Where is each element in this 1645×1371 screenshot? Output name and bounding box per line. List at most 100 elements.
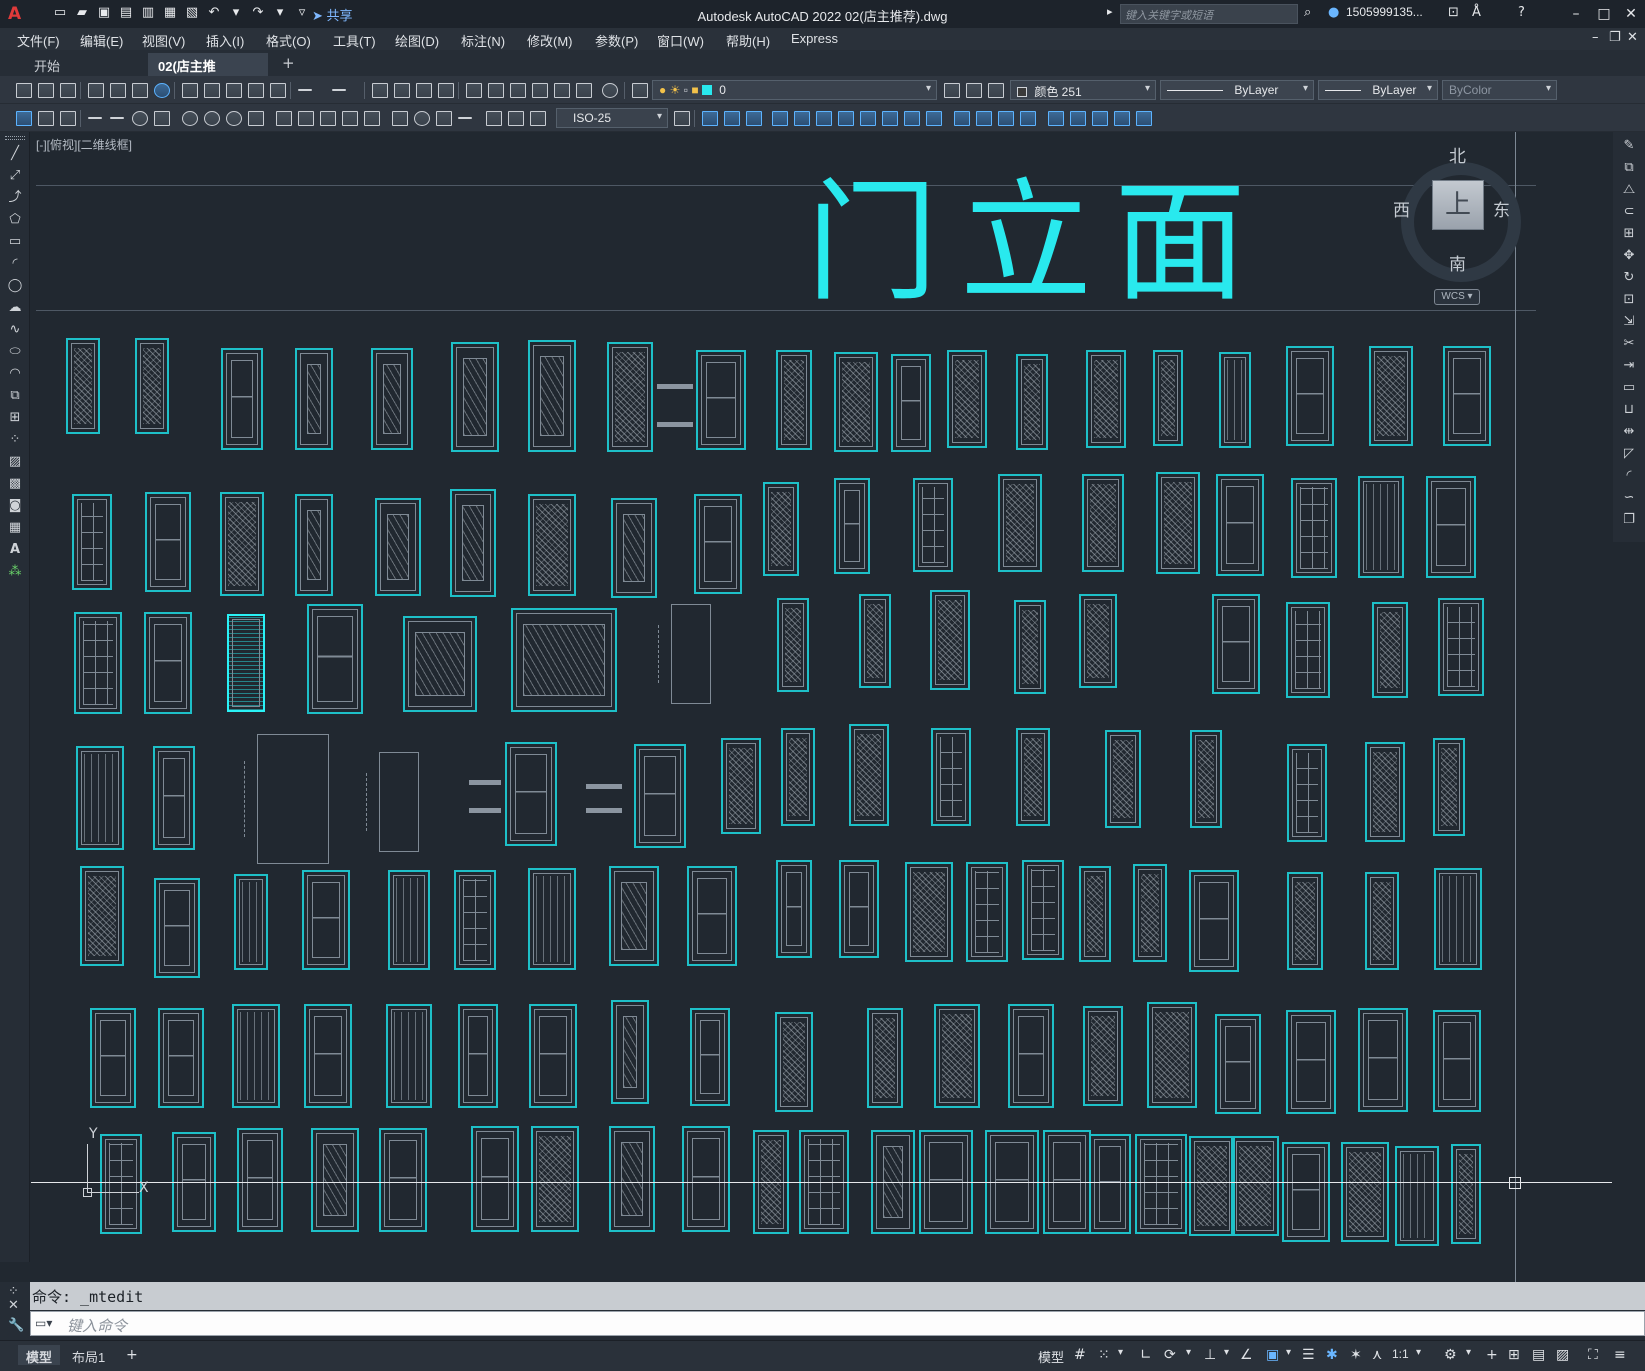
door-block[interactable]: [232, 1004, 280, 1108]
fillet-icon[interactable]: [1018, 109, 1036, 127]
open-file-icon[interactable]: ▰: [74, 5, 90, 21]
door-block[interactable]: [386, 1004, 432, 1108]
break-point-side-icon[interactable]: ▭: [1621, 380, 1637, 396]
mirror-side-icon[interactable]: ⧍: [1621, 182, 1637, 198]
menu-file[interactable]: 文件(F): [17, 31, 60, 50]
scale-icon[interactable]: [858, 109, 876, 127]
table-icon[interactable]: ▦: [7, 520, 23, 536]
aligned-dim-icon[interactable]: [108, 109, 126, 127]
dim-edit-icon[interactable]: [484, 109, 502, 127]
scale-dropdown-icon[interactable]: ▾: [1416, 1347, 1421, 1365]
door-block[interactable]: [1022, 860, 1064, 960]
doc-restore-icon[interactable]: ❐: [1609, 30, 1621, 45]
block-editor-icon[interactable]: [268, 81, 286, 99]
door-block[interactable]: [450, 489, 496, 597]
door-block[interactable]: [1282, 1142, 1330, 1242]
tab-start[interactable]: 开始: [24, 53, 70, 76]
door-block[interactable]: [891, 354, 931, 452]
door-block[interactable]: [1372, 602, 1408, 698]
qnew-icon[interactable]: [14, 81, 32, 99]
quickcalc-icon[interactable]: [574, 81, 592, 99]
menu-edit[interactable]: 编辑(E): [80, 31, 123, 50]
snap-icon[interactable]: ⁙: [1098, 1347, 1110, 1365]
door-block[interactable]: [66, 338, 100, 434]
menu-express[interactable]: Express: [791, 31, 838, 46]
door-block[interactable]: [1451, 1144, 1481, 1244]
center-mark-icon[interactable]: [412, 109, 430, 127]
door-block[interactable]: [100, 1134, 142, 1234]
tab-layout1[interactable]: 布局1: [64, 1345, 113, 1365]
door-block[interactable]: [930, 590, 970, 690]
door-block[interactable]: [90, 1008, 136, 1108]
door-block[interactable]: [221, 348, 263, 450]
osnap-dropdown-icon[interactable]: ▾: [1286, 1347, 1291, 1365]
door-block[interactable]: [1014, 600, 1046, 694]
save-tool-icon[interactable]: [58, 81, 76, 99]
viewcube-north[interactable]: 北: [1449, 142, 1466, 167]
dim-text-edit-icon[interactable]: [506, 109, 524, 127]
door-block[interactable]: [859, 594, 891, 688]
chamfer-side-icon[interactable]: ◸: [1621, 446, 1637, 462]
user-account[interactable]: 1505999135...: [1346, 5, 1423, 19]
diameter-dim-icon[interactable]: [224, 109, 242, 127]
graphics-performance-icon[interactable]: ▨: [1556, 1347, 1569, 1365]
door-block[interactable]: [1286, 1010, 1336, 1114]
move-side-icon[interactable]: ✥: [1621, 248, 1637, 264]
ellipse-icon[interactable]: ⬭: [7, 344, 23, 360]
tool-palettes-icon[interactable]: [508, 81, 526, 99]
drawing-canvas[interactable]: [-][俯视][二维线框] 门立面 上 北 南 东 西 WCS ▾ Y X: [31, 132, 1612, 1282]
help-search-input[interactable]: 键入关键字或短语: [1120, 4, 1298, 24]
insert-block-icon[interactable]: ⧉: [7, 388, 23, 404]
cart-icon[interactable]: ⊡: [1448, 5, 1459, 20]
polyline-icon[interactable]: ⤴: [7, 190, 23, 206]
door-block[interactable]: [1212, 594, 1260, 694]
close-icon[interactable]: ✕: [1617, 3, 1645, 25]
markup-set-icon[interactable]: [552, 81, 570, 99]
door-block[interactable]: [158, 1008, 204, 1108]
jogged-dim-icon[interactable]: [202, 109, 220, 127]
door-block[interactable]: [607, 342, 653, 452]
polygon-icon[interactable]: ⬠: [7, 212, 23, 228]
arc-length-icon[interactable]: [130, 109, 148, 127]
undo-tool-icon[interactable]: [296, 81, 314, 99]
command-close-icon[interactable]: ✕: [8, 1298, 19, 1313]
tab-model[interactable]: 模型: [18, 1345, 61, 1365]
door-block[interactable]: [1089, 1134, 1131, 1234]
plot-icon[interactable]: ▧: [184, 5, 200, 21]
door-block[interactable]: [234, 874, 268, 970]
door-block[interactable]: [931, 728, 971, 826]
quick-dim-icon[interactable]: [274, 109, 292, 127]
door-block[interactable]: [609, 866, 659, 966]
add-selected-icon[interactable]: ⁂: [7, 564, 23, 580]
undo-icon[interactable]: ↶: [206, 5, 222, 21]
align-icon[interactable]: [1090, 109, 1108, 127]
door-block[interactable]: [1426, 476, 1476, 578]
linear-dim-icon[interactable]: [86, 109, 104, 127]
undo-dropdown-icon[interactable]: ▾: [228, 5, 244, 21]
door-block[interactable]: [1358, 476, 1404, 578]
door-block[interactable]: [1133, 864, 1167, 962]
region-icon[interactable]: ◙: [7, 498, 23, 514]
door-block[interactable]: [913, 478, 953, 572]
stretch-side-icon[interactable]: ⇲: [1621, 314, 1637, 330]
door-block[interactable]: [403, 616, 477, 712]
menu-window[interactable]: 窗口(W): [657, 31, 704, 50]
door-block[interactable]: [528, 340, 576, 452]
door-block[interactable]: [1147, 1002, 1197, 1108]
radius-dim-icon[interactable]: [180, 109, 198, 127]
inspection-icon[interactable]: [434, 109, 452, 127]
annotation-monitor-icon[interactable]: +: [1486, 1347, 1498, 1365]
circle-icon[interactable]: ◯: [7, 278, 23, 294]
door-block[interactable]: [295, 494, 333, 596]
door-block[interactable]: [505, 742, 557, 846]
dim-update-icon[interactable]: [528, 109, 546, 127]
door-block[interactable]: [1216, 474, 1264, 576]
door-block[interactable]: [1083, 1006, 1123, 1106]
door-block[interactable]: [1008, 1004, 1054, 1108]
object-snap-tracking-icon[interactable]: ∠: [1240, 1347, 1253, 1365]
layer-properties-icon[interactable]: [630, 81, 648, 99]
move-icon[interactable]: [814, 109, 832, 127]
zoom-previous-icon[interactable]: [436, 81, 454, 99]
viewcube-south[interactable]: 南: [1449, 250, 1466, 275]
door-block[interactable]: [1433, 738, 1465, 836]
